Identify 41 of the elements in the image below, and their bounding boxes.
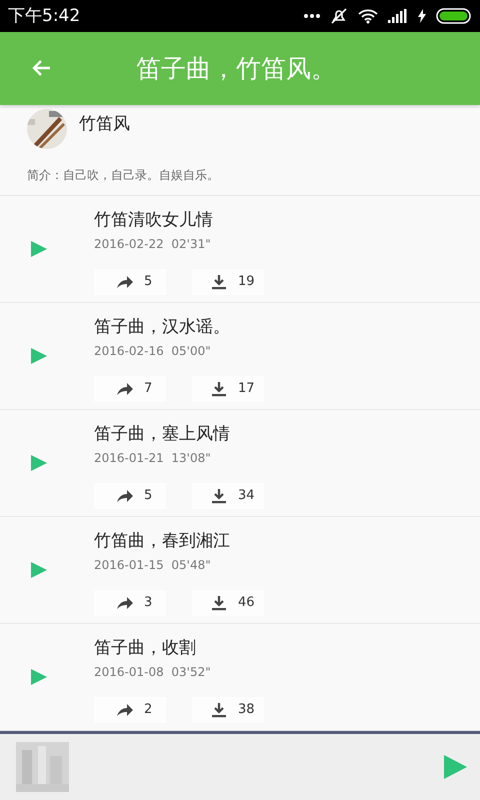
track-title: 笛子曲，汉水谣。 xyxy=(94,316,231,338)
play-icon[interactable] xyxy=(442,754,468,780)
track-date: 2016-01-21 13'08" xyxy=(94,450,212,464)
status-time: 下午5:42 xyxy=(8,5,80,28)
charging-icon xyxy=(418,8,426,23)
track-date: 2016-01-08 03'52" xyxy=(94,664,212,678)
download-icon xyxy=(210,594,228,612)
download-icon xyxy=(210,700,228,718)
share-button[interactable]: 5 xyxy=(94,268,166,294)
download-button[interactable]: 34 xyxy=(192,482,264,508)
share-button[interactable]: 2 xyxy=(94,696,166,722)
signal-icon xyxy=(388,8,408,23)
download-icon xyxy=(210,380,228,398)
mute-icon xyxy=(330,6,348,25)
track-date: 2016-02-16 05'00" xyxy=(94,344,212,358)
track-date: 2016-01-15 05'48" xyxy=(94,558,212,572)
download-button[interactable]: 46 xyxy=(192,590,264,616)
download-button[interactable]: 19 xyxy=(192,268,264,294)
track-title: 竹笛清吹女儿情 xyxy=(94,208,214,230)
download-button[interactable]: 38 xyxy=(192,696,264,722)
download-button[interactable]: 17 xyxy=(192,376,264,402)
profile-intro: 简介：自己吹，自己录。自娱自乐。 xyxy=(27,167,220,184)
download-icon xyxy=(210,272,228,290)
download-icon xyxy=(210,486,228,504)
wifi-icon xyxy=(358,8,378,24)
play-icon[interactable] xyxy=(30,454,48,472)
battery-icon xyxy=(436,8,472,24)
play-icon[interactable] xyxy=(30,668,48,686)
track-title: 笛子曲，塞上风情 xyxy=(94,422,231,444)
track-title: 竹笛曲，春到湘江 xyxy=(94,530,231,552)
share-button[interactable]: 3 xyxy=(94,590,166,616)
app-title: 笛子曲，竹笛风。 xyxy=(136,52,336,85)
track-title: 笛子曲，收割 xyxy=(94,636,197,658)
track-date: 2016-02-22 02'31" xyxy=(94,236,212,250)
play-icon[interactable] xyxy=(30,346,48,364)
share-button[interactable]: 5 xyxy=(94,482,166,508)
profile-name: 竹笛风 xyxy=(79,112,130,135)
more-icon xyxy=(304,12,320,19)
share-button[interactable]: 7 xyxy=(94,376,166,402)
play-icon[interactable] xyxy=(30,560,48,578)
play-icon[interactable] xyxy=(30,240,48,258)
